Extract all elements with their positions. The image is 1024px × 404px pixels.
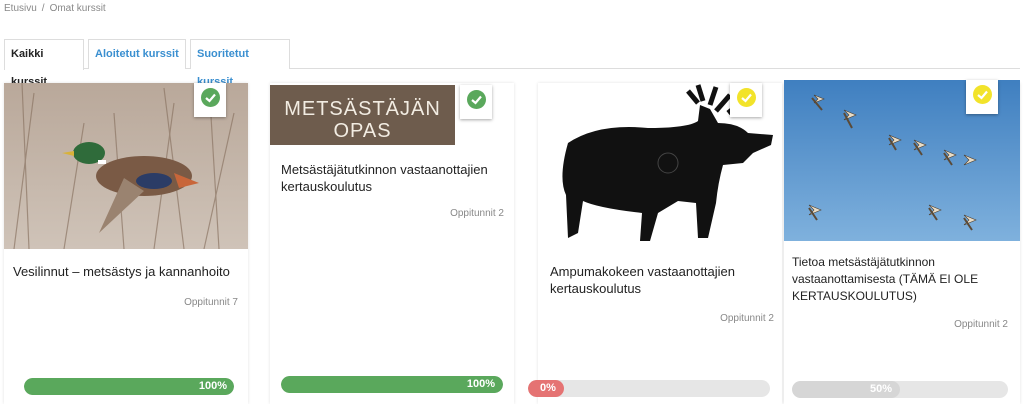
course-card[interactable]: Ampumakokeen vastaanottajien kertauskoul… — [528, 83, 782, 404]
guide-logo-line2: OPAS — [333, 120, 392, 142]
status-badge — [194, 83, 226, 117]
progress-label: 0% — [540, 382, 556, 394]
progress-bar: 0% — [528, 380, 770, 397]
breadcrumb-separator: / — [41, 3, 45, 14]
course-title[interactable]: Tietoa metsästäjätutkinnon vastaanottami… — [792, 254, 1014, 305]
check-glyph-icon — [471, 95, 482, 105]
breadcrumb-current: Omat kurssit — [49, 3, 106, 14]
progress-label: 100% — [198, 380, 227, 392]
tab-all-courses[interactable]: Kaikki kurssit — [4, 39, 84, 88]
lesson-count: Oppitunnit 2 — [450, 208, 504, 219]
check-glyph-icon — [977, 90, 988, 100]
lesson-count: Oppitunnit 2 — [720, 313, 774, 324]
progress-bar: 50% — [792, 381, 1008, 398]
tab-started-courses[interactable]: Aloitetut kurssit — [88, 39, 186, 69]
course-title[interactable]: Ampumakokeen vastaanottajien kertauskoul… — [550, 263, 772, 297]
course-card[interactable]: Vesilinnut – metsästys ja kannanhoito Op… — [4, 83, 248, 404]
guide-logo[interactable]: METSÄSTÄJÄN OPAS — [270, 85, 455, 145]
status-badge — [730, 83, 762, 117]
lesson-count: Oppitunnit 7 — [184, 297, 238, 308]
course-title[interactable]: Metsästäjätutkinnon vastaanottajien kert… — [281, 161, 506, 195]
breadcrumb: Etusivu / Omat kurssit — [4, 3, 106, 14]
check-glyph-icon — [741, 93, 752, 103]
progress-bar: 100% — [24, 378, 234, 395]
breadcrumb-home-link[interactable]: Etusivu — [4, 3, 37, 14]
check-glyph-icon — [205, 93, 216, 103]
course-tabs: Kaikki kurssit Aloitetut kurssit Suorite… — [4, 39, 1020, 88]
course-title[interactable]: Vesilinnut – metsästys ja kannanhoito — [13, 263, 241, 280]
tab-completed-courses[interactable]: Suoritetut kurssit — [190, 39, 290, 88]
course-card[interactable]: METSÄSTÄJÄN OPAS Metsästäjätutkinnon vas… — [270, 83, 514, 404]
progress-label: 100% — [466, 378, 495, 390]
status-badge — [460, 85, 492, 119]
guide-logo-line1: METSÄSTÄJÄN — [284, 98, 441, 120]
lesson-count: Oppitunnit 2 — [954, 319, 1008, 330]
course-card[interactable]: Tietoa metsästäjätutkinnon vastaanottami… — [784, 80, 1020, 404]
status-badge — [966, 80, 998, 114]
progress-bar: 100% — [281, 376, 503, 393]
progress-label: 50% — [870, 383, 893, 395]
